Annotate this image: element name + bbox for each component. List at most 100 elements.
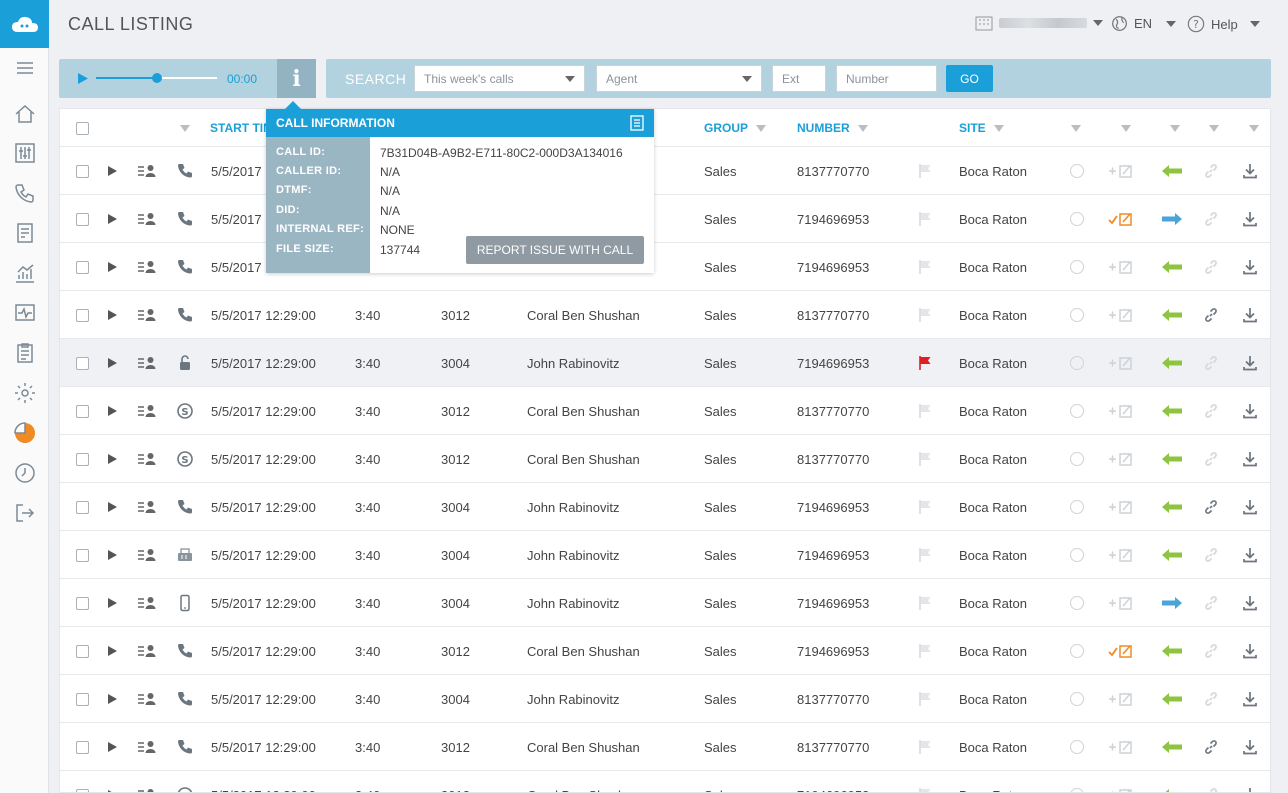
- logo[interactable]: [0, 0, 49, 48]
- row-checkbox[interactable]: [76, 692, 89, 706]
- status-circle-icon[interactable]: [1070, 644, 1084, 658]
- status-circle-icon[interactable]: [1070, 308, 1084, 322]
- table-row[interactable]: 5/5/2017 12:29:00 3:40 3012 Coral Ben Sh…: [60, 291, 1270, 339]
- gear-icon[interactable]: [10, 378, 40, 408]
- language-selector[interactable]: EN: [1111, 15, 1177, 32]
- agent-list-icon[interactable]: [137, 164, 157, 178]
- play-icon[interactable]: [107, 597, 118, 609]
- link-icon[interactable]: [1203, 211, 1219, 227]
- download-icon[interactable]: [1242, 787, 1258, 793]
- download-icon[interactable]: [1242, 691, 1258, 707]
- period-select[interactable]: This week's calls: [414, 65, 585, 92]
- download-icon[interactable]: [1242, 355, 1258, 371]
- agent-list-icon[interactable]: [137, 212, 157, 226]
- flag-icon[interactable]: [917, 307, 933, 323]
- link-icon[interactable]: [1203, 403, 1219, 419]
- status-circle-icon[interactable]: [1070, 740, 1084, 754]
- add-note-icon[interactable]: [1108, 739, 1134, 755]
- table-row[interactable]: 5/5/2017 12:29:00 3:40 3012 Coral Ben Sh…: [60, 723, 1270, 771]
- header-number[interactable]: NUMBER: [797, 121, 850, 135]
- play-icon[interactable]: [107, 261, 118, 273]
- link-icon[interactable]: [1203, 163, 1219, 179]
- play-icon[interactable]: [107, 741, 118, 753]
- table-row[interactable]: 5/5/2017 12:29:00 3:40 3004 John Rabinov…: [60, 579, 1270, 627]
- flag-icon[interactable]: [917, 787, 933, 793]
- link-icon[interactable]: [1203, 547, 1219, 563]
- table-row[interactable]: 5/5/2017 12:29:00 3:40 3004 John Rabinov…: [60, 483, 1270, 531]
- row-checkbox[interactable]: [76, 212, 89, 226]
- table-row[interactable]: 5/5/2017 Sales 8137770770 Boca Raton: [60, 147, 1270, 195]
- flag-icon[interactable]: [917, 163, 933, 179]
- table-row[interactable]: 5/5/2017 12:29:00 3:40 3004 John Rabinov…: [60, 339, 1270, 387]
- chart-icon[interactable]: [10, 258, 40, 288]
- progress-handle[interactable]: [151, 73, 162, 83]
- filter-icon[interactable]: [1209, 124, 1219, 132]
- link-icon[interactable]: [1203, 451, 1219, 467]
- flag-icon[interactable]: [917, 691, 933, 707]
- play-icon[interactable]: [107, 213, 118, 225]
- monitor-pulse-icon[interactable]: [10, 298, 40, 328]
- row-checkbox[interactable]: [76, 356, 89, 370]
- settings-sliders-icon[interactable]: [10, 138, 40, 168]
- add-note-icon[interactable]: [1108, 547, 1134, 563]
- agent-select[interactable]: Agent: [596, 65, 762, 92]
- table-row[interactable]: 5/5/2017 12:29:00 3:40 3004 John Rabinov…: [60, 531, 1270, 579]
- link-icon[interactable]: [1203, 595, 1219, 611]
- number-input[interactable]: Number: [836, 65, 937, 92]
- note-done-icon[interactable]: [1108, 211, 1134, 227]
- add-note-icon[interactable]: [1108, 499, 1134, 515]
- flag-icon[interactable]: [917, 211, 933, 227]
- add-note-icon[interactable]: [1108, 787, 1134, 793]
- clipboard-icon[interactable]: [10, 338, 40, 368]
- play-icon[interactable]: [107, 645, 118, 657]
- status-circle-icon[interactable]: [1070, 164, 1084, 178]
- go-button[interactable]: GO: [946, 65, 993, 92]
- help-menu[interactable]: ? Help: [1187, 15, 1260, 33]
- agent-list-icon[interactable]: [137, 692, 157, 706]
- row-checkbox[interactable]: [76, 788, 89, 792]
- add-note-icon[interactable]: [1108, 355, 1134, 371]
- add-note-icon[interactable]: [1108, 451, 1134, 467]
- add-note-icon[interactable]: [1108, 595, 1134, 611]
- add-note-icon[interactable]: [1108, 163, 1134, 179]
- table-row[interactable]: S 5/5/2017 12:29:00 3:40 3012 Coral Ben …: [60, 435, 1270, 483]
- play-icon[interactable]: [77, 72, 89, 85]
- agent-list-icon[interactable]: [137, 644, 157, 658]
- status-circle-icon[interactable]: [1070, 260, 1084, 274]
- table-row[interactable]: 5/5/2017 12:29:00 3:40 3004 John Rabinov…: [60, 675, 1270, 723]
- flag-icon[interactable]: [917, 739, 933, 755]
- download-icon[interactable]: [1242, 403, 1258, 419]
- clock-icon[interactable]: [10, 458, 40, 488]
- filter-icon[interactable]: [1170, 124, 1180, 132]
- filter-icon[interactable]: [756, 124, 767, 132]
- play-icon[interactable]: [107, 405, 118, 417]
- agent-list-icon[interactable]: [137, 404, 157, 418]
- link-icon[interactable]: [1203, 643, 1219, 659]
- flag-icon[interactable]: [917, 547, 933, 563]
- status-circle-icon[interactable]: [1070, 788, 1084, 792]
- row-checkbox[interactable]: [76, 404, 89, 418]
- agent-list-icon[interactable]: [137, 548, 157, 562]
- link-icon[interactable]: [1203, 739, 1219, 755]
- status-circle-icon[interactable]: [1070, 356, 1084, 370]
- download-icon[interactable]: [1242, 547, 1258, 563]
- home-icon[interactable]: [10, 99, 40, 129]
- play-icon[interactable]: [107, 789, 118, 793]
- flag-icon[interactable]: [917, 451, 933, 467]
- status-circle-icon[interactable]: [1070, 404, 1084, 418]
- download-icon[interactable]: [1242, 451, 1258, 467]
- link-icon[interactable]: [1203, 787, 1219, 793]
- agent-list-icon[interactable]: [137, 788, 157, 793]
- flag-icon[interactable]: [917, 403, 933, 419]
- row-checkbox[interactable]: [76, 548, 89, 562]
- add-note-icon[interactable]: [1108, 403, 1134, 419]
- status-circle-icon[interactable]: [1070, 212, 1084, 226]
- header-group[interactable]: GROUP: [704, 121, 748, 135]
- link-icon[interactable]: [1203, 259, 1219, 275]
- agent-list-icon[interactable]: [137, 356, 157, 370]
- filter-icon[interactable]: [1121, 124, 1131, 132]
- note-done-icon[interactable]: [1108, 643, 1134, 659]
- select-all-checkbox[interactable]: [76, 121, 89, 135]
- link-icon[interactable]: [1203, 691, 1219, 707]
- download-icon[interactable]: [1242, 307, 1258, 323]
